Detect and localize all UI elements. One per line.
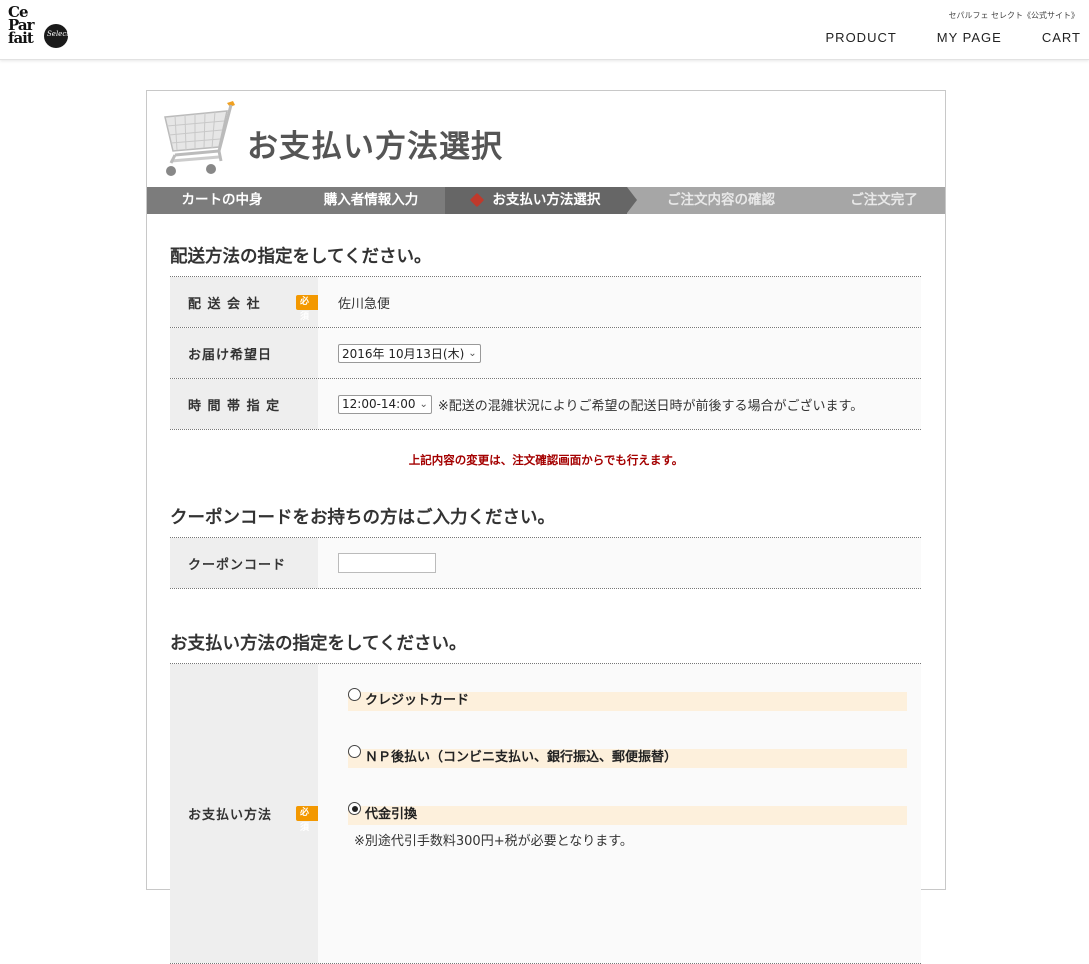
payment-option-cod[interactable]: 代金引換 ※別途代引手数料300円+税が必要となります。 (348, 802, 907, 849)
time-note: ※配送の混雑状況によりご希望の配送日時が前後する場合がございます。 (437, 398, 864, 414)
delivery-date-select[interactable]: 2016年 10月13日(木) ⌄ (338, 343, 481, 363)
payment-option-label: 代金引換 (365, 807, 418, 822)
checkout-panel: お支払い方法選択 カートの中身 購入者情報入力 お支払い方法選択 ご注文内容の確… (146, 90, 946, 964)
delivery-section-title: 配送方法の指定をしてください。 (170, 247, 432, 267)
step-label: ご注文内容の確認 (667, 192, 775, 208)
step-arrow (627, 187, 637, 213)
company-value: 佐川急便 (318, 277, 921, 327)
table-row: お届け希望日 2016年 10月13日(木) ⌄ (170, 328, 921, 379)
date-label: お届け希望日 (170, 328, 318, 378)
required-badge: 必須 (296, 806, 318, 833)
table-row: 配 送 会 社 必須 佐川急便 (170, 277, 921, 328)
shopping-cart-icon (164, 101, 235, 176)
step-label: ご注文完了 (850, 192, 918, 208)
site-tagline: セパルフェ セレクト《公式サイト》 (948, 11, 1079, 20)
coupon-cell (318, 538, 921, 588)
credit-card-radio[interactable] (348, 688, 361, 701)
date-cell: 2016年 10月13日(木) ⌄ (318, 328, 921, 378)
nav-product-link[interactable]: PRODUCT (826, 30, 897, 45)
delivery-table: 配 送 会 社 必須 佐川急便 お届け希望日 2016年 10月13日(木) ⌄… (170, 276, 921, 430)
company-label: 配 送 会 社 必須 (170, 277, 318, 327)
coupon-table: クーポンコード (170, 537, 921, 589)
check-icon (469, 192, 484, 208)
cod-fee-note: ※別途代引手数料300円+税が必要となります。 (354, 834, 633, 849)
cash-on-delivery-radio[interactable] (348, 802, 361, 815)
nav-mypage-link[interactable]: MY PAGE (937, 30, 1002, 45)
step-buyer-info: 購入者情報入力 (297, 187, 445, 214)
step-label: カートの中身 (181, 192, 263, 208)
step-cart: カートの中身 (147, 187, 297, 214)
table-row: 時 間 帯 指 定 12:00-14:00 ⌄ ※配送の混雑状況によりご希望の配… (170, 379, 921, 430)
chevron-down-icon: ⌄ (419, 398, 428, 410)
main-nav: PRODUCT MY PAGE CART (786, 30, 1081, 45)
company-label-text: 配 送 会 社 (188, 296, 261, 312)
np-deferred-radio[interactable] (348, 745, 361, 758)
payment-section-title: お支払い方法の指定をしてください。 (170, 634, 467, 654)
delivery-date-value: 2016年 10月13日(木) (342, 346, 465, 361)
logo-line-3: fait (8, 29, 34, 47)
step-label: 購入者情報入力 (323, 192, 419, 208)
time-cell: 12:00-14:00 ⌄ ※配送の混雑状況によりご希望の配送日時が前後する場合… (318, 379, 921, 429)
chevron-down-icon: ⌄ (468, 347, 477, 359)
table-row: クーポンコード (170, 538, 921, 589)
table-row: お支払い方法 必須 クレジットカード ＮＰ後払い（コンビニ支払い、銀行振込、郵便… (170, 664, 921, 964)
payment-option-credit[interactable]: クレジットカード (348, 688, 907, 711)
step-payment: お支払い方法選択 (445, 187, 637, 214)
delivery-time-value: 12:00-14:00 (342, 397, 416, 411)
logo-sub: Select (47, 30, 70, 38)
logo-wordmark: Ce Par fait (8, 5, 34, 47)
required-badge: 必須 (296, 294, 318, 322)
payment-option-label: ＮＰ後払い（コンビニ支払い、銀行振込、郵便振替） (365, 750, 678, 765)
step-label: お支払い方法選択 (492, 192, 601, 208)
payment-table: お支払い方法 必須 クレジットカード ＮＰ後払い（コンビニ支払い、銀行振込、郵便… (170, 663, 921, 964)
coupon-code-input[interactable] (338, 553, 436, 573)
site-logo[interactable]: Ce Par fait Select (8, 5, 70, 52)
change-notice: 上記内容の変更は、注文確認画面からでも行えます。 (408, 453, 684, 467)
payment-option-np[interactable]: ＮＰ後払い（コンビニ支払い、銀行振込、郵便振替） (348, 745, 907, 768)
payment-option-label: クレジットカード (365, 693, 470, 708)
checkout-steps: カートの中身 購入者情報入力 お支払い方法選択 ご注文内容の確認 ご注文完了 (147, 187, 945, 214)
coupon-section-title: クーポンコードをお持ちの方はご入力ください。 (170, 508, 555, 528)
page-title: お支払い方法選択 (247, 129, 503, 165)
site-header: Ce Par fait Select セパルフェ セレクト《公式サイト》 PRO… (0, 0, 1089, 60)
step-confirm: ご注文内容の確認 (627, 187, 803, 214)
coupon-label: クーポンコード (170, 538, 318, 588)
time-label: 時 間 帯 指 定 (170, 379, 318, 429)
step-complete: ご注文完了 (803, 187, 945, 214)
payment-label: お支払い方法 必須 (170, 664, 318, 963)
payment-options: クレジットカード ＮＰ後払い（コンビニ支払い、銀行振込、郵便振替） 代金引換 ※… (318, 664, 921, 963)
delivery-time-select[interactable]: 12:00-14:00 ⌄ (338, 394, 432, 414)
nav-cart-link[interactable]: CART (1042, 30, 1081, 45)
payment-label-text: お支払い方法 (188, 808, 273, 823)
